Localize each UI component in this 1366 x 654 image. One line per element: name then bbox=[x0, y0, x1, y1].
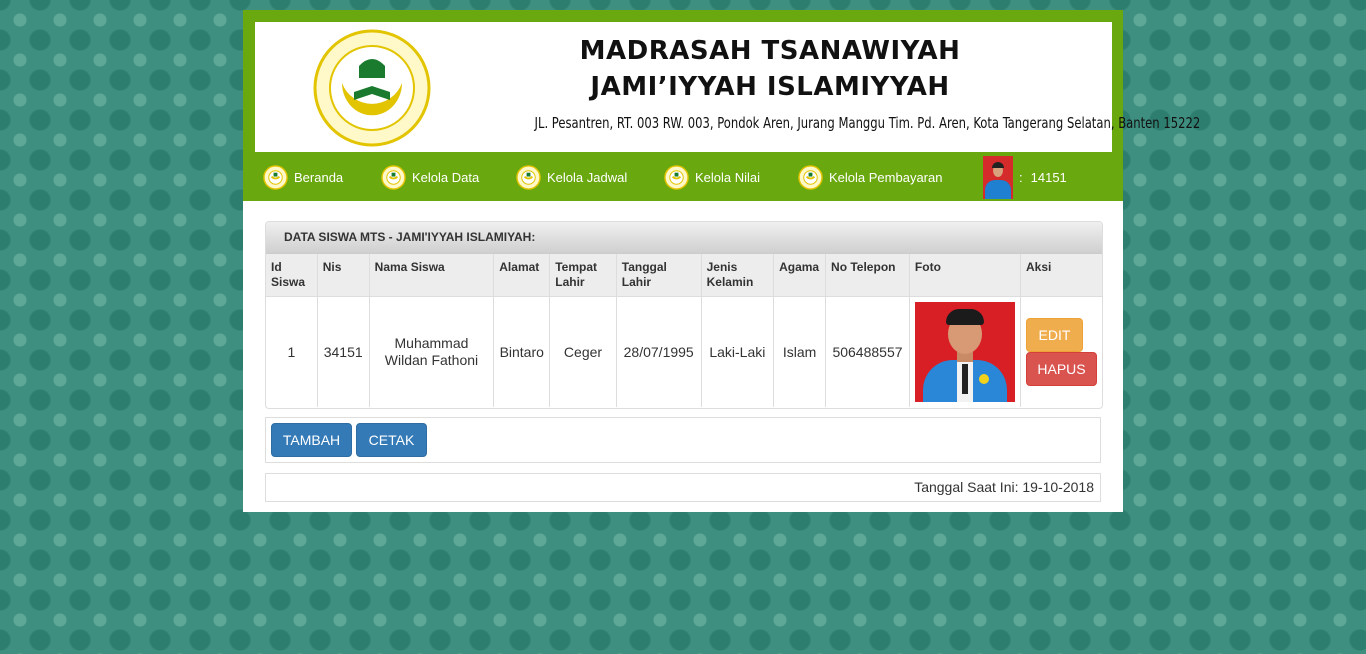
school-logo bbox=[313, 29, 431, 147]
school-logo-icon bbox=[263, 164, 288, 190]
current-date-bar: Tanggal Saat Ini: 19-10-2018 bbox=[265, 473, 1101, 502]
col-tempat-lahir: Tempat Lahir bbox=[549, 254, 617, 297]
col-tanggal-lahir: Tanggal Lahir bbox=[616, 254, 702, 297]
col-jenis-kelamin: Jenis Kelamin bbox=[701, 254, 775, 297]
cell-nis: 34151 bbox=[317, 296, 370, 407]
nav-kelola-pembayaran[interactable]: Kelola Pembayaran bbox=[798, 164, 942, 190]
col-alamat: Alamat bbox=[493, 254, 551, 297]
nav-kelola-nilai[interactable]: Kelola Nilai bbox=[664, 164, 760, 190]
banner: MADRASAH TSANAWIYAH JAMI’IYYAH ISLAMIYYA… bbox=[255, 22, 1201, 152]
user-avatar bbox=[983, 155, 1013, 199]
table-header-row: Id Siswa Nis Nama Siswa Alamat Tempat La… bbox=[266, 254, 1102, 297]
main-container: MADRASAH TSANAWIYAH JAMI’IYYAH ISLAMIYYA… bbox=[243, 10, 1201, 512]
navigation-bar: Beranda Kelola Data Kelola Jadwal Kelola… bbox=[243, 152, 1123, 201]
cell-nama: Muhammad Wildan Fathoni bbox=[369, 296, 495, 407]
school-title-line1: MADRASAH TSANAWIYAH bbox=[579, 36, 961, 66]
nav-beranda-label: Beranda bbox=[294, 169, 344, 185]
col-no-telepon: No Telepon bbox=[825, 254, 910, 297]
col-nama-siswa: Nama Siswa bbox=[369, 254, 495, 297]
table-row: 1 34151 Muhammad Wildan Fathoni Bintaro … bbox=[266, 296, 1103, 408]
school-logo-icon bbox=[664, 164, 689, 190]
student-table: Id Siswa Nis Nama Siswa Alamat Tempat La… bbox=[266, 254, 1102, 407]
panel-title: DATA SISWA MTS - JAMI'IYYAH ISLAMIYAH: bbox=[266, 222, 1102, 254]
nav-kelola-jadwal-label: Kelola Jadwal bbox=[547, 169, 628, 185]
current-date-text: Tanggal Saat Ini: 19-10-2018 bbox=[914, 479, 1094, 495]
school-logo-icon bbox=[798, 164, 823, 190]
add-button[interactable]: TAMBAH bbox=[271, 423, 352, 457]
cell-tempat-lahir: Ceger bbox=[549, 296, 617, 407]
header: MADRASAH TSANAWIYAH JAMI’IYYAH ISLAMIYYA… bbox=[243, 10, 1201, 201]
col-aksi: Aksi bbox=[1020, 254, 1102, 297]
print-button[interactable]: CETAK bbox=[356, 423, 427, 457]
nav-kelola-nilai-label: Kelola Nilai bbox=[695, 169, 761, 185]
cell-tanggal-lahir: 28/07/1995 bbox=[616, 296, 702, 407]
cell-jenis-kelamin: Laki-Laki bbox=[701, 296, 775, 407]
edit-button[interactable]: EDIT bbox=[1026, 318, 1083, 352]
nav-beranda[interactable]: Beranda bbox=[263, 164, 343, 190]
cell-id: 1 bbox=[266, 296, 318, 407]
nav-kelola-jadwal[interactable]: Kelola Jadwal bbox=[516, 164, 627, 190]
school-logo-icon bbox=[381, 164, 406, 190]
user-separator: : bbox=[1019, 169, 1023, 185]
col-foto: Foto bbox=[909, 254, 1022, 297]
user-info[interactable]: : 14151 bbox=[983, 155, 1067, 199]
school-logo-icon bbox=[516, 164, 541, 190]
nav-kelola-data-label: Kelola Data bbox=[412, 169, 480, 185]
student-photo bbox=[914, 302, 1015, 402]
student-data-panel: DATA SISWA MTS - JAMI'IYYAH ISLAMIYAH: I… bbox=[265, 221, 1103, 409]
col-agama: Agama bbox=[773, 254, 827, 297]
school-title-line2: JAMI’IYYAH ISLAMIYYAH bbox=[590, 72, 950, 102]
cell-foto bbox=[909, 296, 1022, 407]
delete-button[interactable]: HAPUS bbox=[1026, 352, 1097, 386]
cell-telepon: 506488557 bbox=[825, 296, 910, 407]
cell-aksi: EDIT HAPUS bbox=[1021, 297, 1103, 408]
school-address: JL. Pesantren, RT. 003 RW. 003, Pondok A… bbox=[534, 114, 1201, 132]
user-id: 14151 bbox=[1030, 169, 1067, 185]
action-toolbar: TAMBAH CETAK bbox=[265, 417, 1101, 463]
cell-agama: Islam bbox=[773, 296, 827, 407]
col-id-siswa: Id Siswa bbox=[266, 254, 318, 297]
nav-kelola-pembayaran-label: Kelola Pembayaran bbox=[829, 169, 943, 185]
col-nis: Nis bbox=[317, 254, 370, 297]
nav-kelola-data[interactable]: Kelola Data bbox=[381, 164, 479, 190]
cell-alamat: Bintaro bbox=[493, 296, 551, 407]
